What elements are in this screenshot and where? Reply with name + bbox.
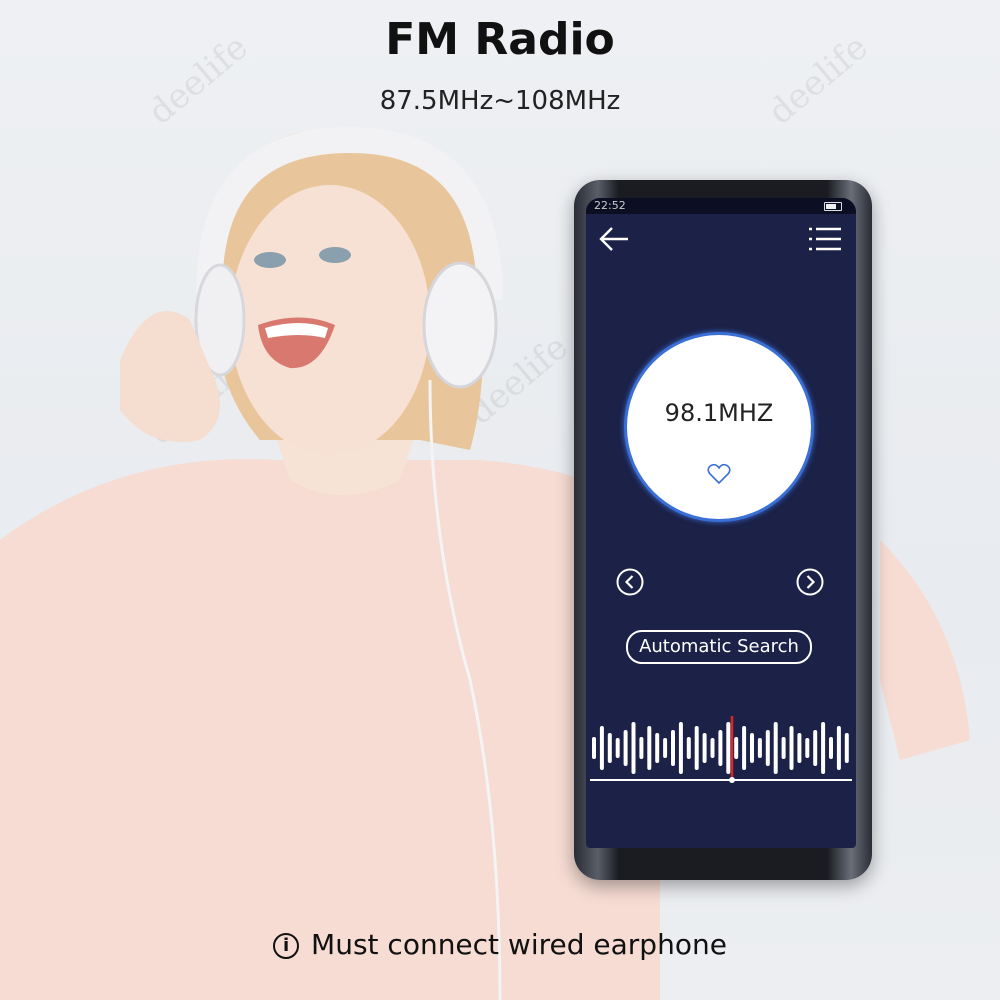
chevron-right-icon[interactable] (796, 568, 824, 596)
waveform-bar (686, 737, 691, 759)
waveform-bar (639, 737, 644, 759)
mp3-player-device: 22:52 98.1MHZ Automatic Search (574, 180, 872, 880)
waveform-bar (773, 722, 778, 774)
waveform-bar (599, 726, 604, 770)
waveform-bar (750, 733, 754, 763)
info-icon: i (273, 933, 300, 959)
waveform-bar (607, 733, 612, 763)
status-bar: 22:52 (586, 198, 856, 214)
heart-icon[interactable] (707, 463, 731, 485)
waveform-bar (797, 733, 802, 763)
waveform-bar (781, 737, 786, 759)
waveform-bar (765, 730, 770, 766)
waveform-bar (836, 726, 841, 770)
waveform-bar (734, 737, 739, 759)
waveform-bar (757, 738, 762, 758)
waveform-bar (663, 738, 668, 758)
waveform-bar (789, 726, 794, 770)
waveform-bar (718, 730, 723, 766)
current-frequency: 98.1MHZ (664, 399, 774, 427)
waveform-bar (726, 722, 731, 774)
waveform-bar (615, 738, 620, 758)
earphone-notice-text: Must connect wired earphone (311, 928, 727, 961)
waveform-bar (821, 722, 826, 774)
waveform-bar (623, 730, 628, 766)
waveform-bar (742, 726, 747, 770)
earphone-notice: i Must connect wired earphone (0, 928, 1000, 961)
frequency-dial: 98.1MHZ (624, 332, 814, 522)
waveform-bar (647, 726, 652, 770)
waveform-bar (631, 722, 636, 774)
back-arrow-icon[interactable] (596, 224, 632, 254)
waveform-bar (844, 733, 849, 763)
tuner-handle (729, 777, 735, 783)
waveform-bar (655, 733, 660, 763)
waveform-bar (592, 737, 596, 759)
waveform-bar (694, 726, 699, 770)
automatic-search-button[interactable]: Automatic Search (626, 630, 812, 664)
waveform-bar (829, 737, 833, 759)
waveform-bar (702, 733, 707, 763)
tuner-waveform[interactable] (586, 708, 856, 798)
waveform-bar (813, 730, 818, 766)
chevron-left-icon[interactable] (616, 568, 644, 596)
waveform-bar (671, 730, 675, 766)
status-time: 22:52 (594, 199, 626, 212)
waveform-bar (710, 738, 715, 758)
device-screen: 22:52 98.1MHZ Automatic Search (586, 198, 856, 848)
waveform-bar (805, 738, 810, 758)
menu-list-icon[interactable] (808, 224, 842, 254)
battery-icon (824, 202, 842, 211)
waveform-bar (678, 722, 683, 774)
